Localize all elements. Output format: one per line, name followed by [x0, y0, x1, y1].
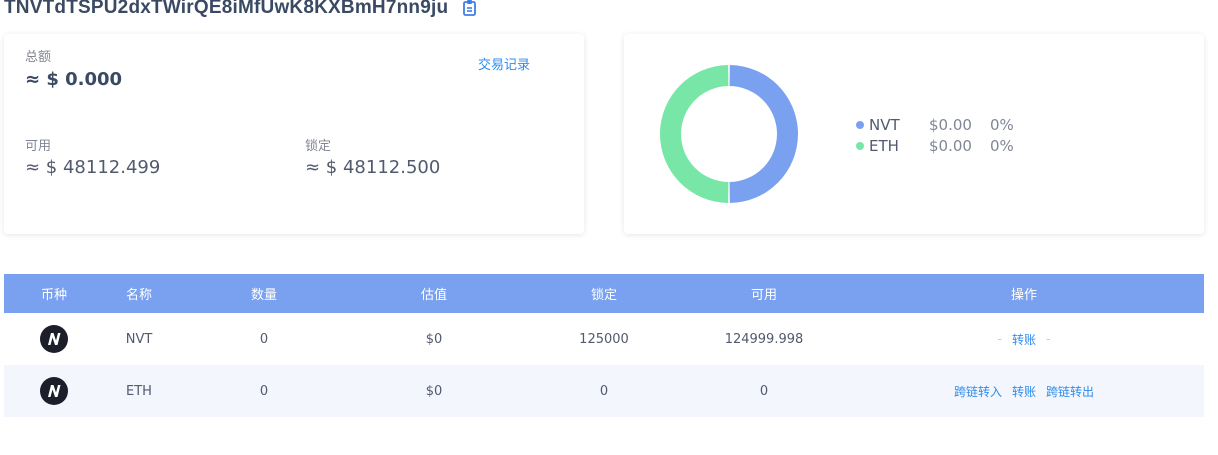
coin-valuation: $0 — [425, 331, 443, 347]
header-valuation: 估值 — [420, 288, 447, 303]
header-amount: 数量 — [250, 288, 277, 303]
legend-item: ETH $0.00 0% — [856, 135, 1014, 156]
address-row: TNVTdTSPU2dxTWirQE8iMfUwK8KXBmH7nn9ju — [4, 0, 478, 23]
coin-amount: 0 — [259, 383, 269, 399]
cross-chain-out-button[interactable]: 跨链转出 — [1046, 383, 1094, 400]
legend-name: ETH — [869, 136, 899, 155]
locked-label: 锁定 — [305, 139, 332, 154]
chart-legend: NVT $0.00 0% ETH $0.00 0% — [856, 114, 1014, 156]
total-value: ≈ $ 0.000 — [25, 69, 123, 90]
copy-icon[interactable] — [462, 0, 478, 17]
action-placeholder: - — [997, 332, 1002, 346]
transaction-records-link[interactable]: 交易记录 — [478, 54, 530, 73]
table-row: NVT 0 $0 125000 124999.998 - 转账 - — [4, 313, 1204, 365]
donut-slice-nvt — [729, 65, 798, 203]
table-header: 币种 名称 数量 估值 锁定 可用 操作 — [4, 274, 1204, 313]
available-label: 可用 — [25, 139, 52, 154]
nuls-coin-icon — [40, 377, 68, 405]
coin-name: ETH — [126, 383, 152, 399]
header-available: 可用 — [750, 288, 777, 303]
locked-value: ≈ $ 48112.500 — [305, 157, 441, 178]
transfer-button[interactable]: 转账 — [1012, 383, 1036, 400]
legend-value: $0.00 — [929, 136, 972, 155]
legend-value: $0.00 — [929, 115, 972, 134]
coin-valuation: $0 — [425, 383, 443, 399]
coin-locked: 125000 — [579, 331, 629, 347]
nuls-coin-icon — [40, 325, 68, 353]
header-locked: 锁定 — [590, 288, 617, 303]
asset-page: TNVTdTSPU2dxTWirQE8iMfUwK8KXBmH7nn9ju 总额… — [0, 0, 1218, 455]
table-row: ETH 0 $0 0 0 跨链转入 转账 跨链转出 — [4, 365, 1204, 417]
coin-amount: 0 — [259, 331, 269, 347]
account-address: TNVTdTSPU2dxTWirQE8iMfUwK8KXBmH7nn9ju — [4, 0, 449, 18]
header-actions: 操作 — [1010, 288, 1037, 303]
action-placeholder: - — [1046, 332, 1051, 346]
balance-summary-card: 总额 ≈ $ 0.000 交易记录 可用 ≈ $ 48112.499 锁定 ≈ … — [4, 34, 584, 234]
row-actions: - 转账 - — [904, 313, 1144, 365]
legend-name: NVT — [869, 115, 900, 134]
row-actions: 跨链转入 转账 跨链转出 — [904, 365, 1144, 417]
asset-chart-card: NVT $0.00 0% ETH $0.00 0% — [624, 34, 1204, 234]
legend-percent: 0% — [990, 136, 1014, 155]
coin-available: 0 — [759, 383, 769, 399]
transfer-button[interactable]: 转账 — [1012, 331, 1036, 348]
legend-percent: 0% — [990, 115, 1014, 134]
total-label: 总额 — [25, 50, 52, 65]
legend-dot — [856, 141, 864, 150]
coin-name: NVT — [125, 331, 153, 347]
asset-table: 币种 名称 数量 估值 锁定 可用 操作 NVT 0 $0 125000 124… — [4, 274, 1204, 417]
asset-donut-chart — [660, 65, 798, 203]
legend-dot — [856, 120, 864, 129]
coin-locked: 0 — [599, 383, 609, 399]
header-name: 名称 — [125, 288, 152, 303]
legend-item: NVT $0.00 0% — [856, 114, 1014, 135]
available-value: ≈ $ 48112.499 — [25, 157, 161, 178]
coin-available: 124999.998 — [724, 331, 804, 347]
donut-slice-eth — [660, 65, 729, 203]
cross-chain-in-button[interactable]: 跨链转入 — [954, 383, 1002, 400]
